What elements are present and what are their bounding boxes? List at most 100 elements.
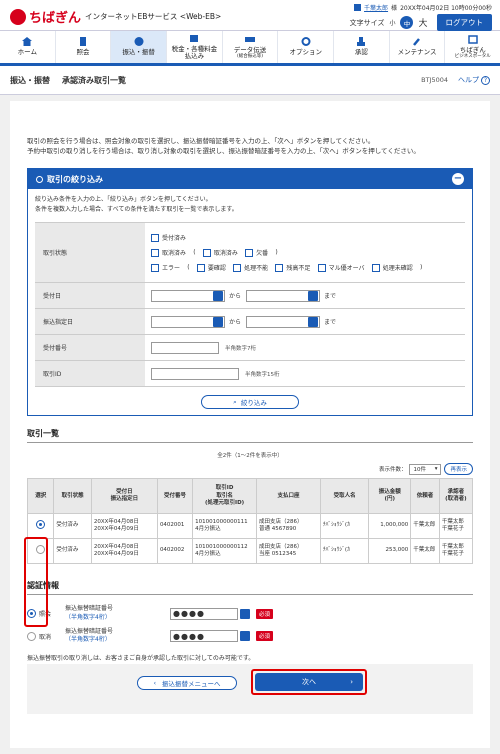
- display-count-value: 10件: [413, 467, 426, 474]
- cancel-label: 取消: [39, 633, 52, 641]
- checkbox-label: エラー: [162, 265, 181, 273]
- global-nav: ホーム 照会 振込・振替 税金・各種料金 払込み データ伝送 (総合振込等) オ…: [0, 30, 500, 66]
- checkbox-cancelled[interactable]: [151, 248, 159, 257]
- approver-cell: 千葉太郎 千葉花子: [438, 513, 474, 540]
- cancel-radio[interactable]: [27, 631, 36, 641]
- filter-button[interactable]: ⌕ 絞り込み: [201, 395, 299, 410]
- checkbox-label: 取消済み: [213, 250, 238, 258]
- intro-text: 取引の照会を行う場合は、照会対象の取引を選択し、振込振替暗証番号を入力の上、「次…: [27, 136, 473, 156]
- table-row[interactable]: 受付済み 20XX年04月08日 20XX年04月09日 0402001 1010…: [26, 513, 474, 540]
- status-line-1: 受付済み: [151, 233, 191, 242]
- approver: 千葉花子: [441, 551, 464, 558]
- filter-row-accept-no: 受付番号 半角数字7桁: [35, 335, 465, 362]
- required-badge: 必須: [256, 608, 274, 619]
- collapse-icon[interactable]: −: [452, 173, 464, 186]
- calendar-icon[interactable]: [308, 290, 319, 301]
- chevron-left-icon: ‹: [153, 679, 157, 687]
- nav-portal[interactable]: ちばぎん ビジネスポータル: [445, 31, 500, 63]
- nav-home[interactable]: ホーム: [0, 31, 56, 63]
- accept-no-field: 半角数字7桁: [145, 335, 465, 360]
- help-link[interactable]: ヘルプ ?: [458, 75, 490, 85]
- checkbox-missing[interactable]: [245, 248, 254, 257]
- main-area: 取引の照会を行う場合は、照会対象の取引を選択し、振込振替暗証番号を入力の上、「次…: [0, 95, 500, 754]
- filter-button-label: 絞り込み: [240, 399, 267, 408]
- filter-table: 取引状態 受付済み 取消済み ( 取消済み 欠番 ) エラー (要確認 処理不…: [35, 222, 465, 388]
- required-badge: 必須: [256, 631, 274, 642]
- checkbox-label: 受付済み: [162, 235, 187, 243]
- help-icon: ?: [481, 75, 490, 85]
- intro-line: 取引の照会を行う場合は、照会対象の取引を選択し、振込振替暗証番号を入力の上、「次…: [27, 137, 375, 145]
- row-radio[interactable]: [36, 519, 46, 529]
- display-count-label: 表示件数：: [378, 467, 407, 474]
- accept-date-range: から まで: [145, 283, 465, 308]
- account-cell: 成田支店（286） 普通 4567890: [256, 513, 321, 540]
- back-label: 振込振替メニューへ: [162, 680, 221, 688]
- calendar-icon[interactable]: [213, 316, 223, 327]
- filter-label: 受付日: [35, 283, 145, 309]
- nav-tax[interactable]: 税金・各種料金 払込み: [167, 31, 223, 63]
- table-row[interactable]: 受付済み 20XX年04月08日 20XX年04月09日 0402002 1010…: [26, 538, 474, 565]
- approver: 千葉花子: [441, 526, 464, 533]
- keyboard-icon[interactable]: [240, 631, 250, 642]
- filter-note-line: 条件を複数入力した場合、すべての条件を満たす取引を一覧で表示します。: [35, 205, 238, 213]
- nav-label: 振込・振替: [122, 48, 155, 57]
- col-select: 選択: [26, 478, 55, 515]
- font-small-button[interactable]: 小: [389, 18, 395, 27]
- back-to-menu-button[interactable]: ‹ 振込振替メニューへ: [137, 676, 237, 690]
- input-hint: 半角数字7桁: [225, 345, 256, 352]
- brand-logo[interactable]: ちばぎん インターネットEBサービス <Web-EB>: [10, 7, 221, 26]
- nav-inquiry[interactable]: 照会: [56, 31, 112, 63]
- transfer-date: 20XX年04月09日: [93, 526, 139, 533]
- nav-transfer[interactable]: 振込・振替: [111, 31, 168, 63]
- txid-input[interactable]: [151, 367, 239, 380]
- col-status: 取引状態: [53, 478, 92, 515]
- range-to-label: まで: [324, 319, 337, 327]
- page-title: 承認済み取引一覧: [62, 75, 126, 85]
- nav-label: ホーム: [17, 48, 37, 57]
- filter-row-txid: 取引ID 半角数字15桁: [35, 361, 465, 388]
- checkbox-unconfirmed[interactable]: [196, 263, 205, 272]
- cancel-pw-input[interactable]: ●●●●: [170, 630, 238, 643]
- dates-cell: 20XX年04月08日 20XX年04月09日: [90, 513, 158, 540]
- redisplay-button[interactable]: 再表示: [444, 463, 473, 476]
- checkbox-processing-unconfirmed[interactable]: [371, 263, 380, 272]
- checkbox-error[interactable]: [151, 263, 159, 272]
- amount-cell: 1,000,000: [368, 513, 412, 540]
- logo-icon: [10, 8, 26, 25]
- col-approver: 承認者 (取消者): [438, 478, 474, 515]
- font-big-button[interactable]: 大: [418, 16, 427, 29]
- account-cell: 成田支店（286） 当座 0512345: [256, 538, 321, 565]
- display-count-select[interactable]: 10件 ▾: [409, 463, 442, 475]
- logout-button[interactable]: ログアウト: [436, 14, 492, 31]
- filter-label: 取引状態: [35, 223, 145, 283]
- account-no: 当座 0512345: [259, 551, 297, 558]
- wrench-icon: [413, 38, 420, 47]
- font-mid-button[interactable]: 中: [400, 16, 414, 29]
- accept-no-input[interactable]: [151, 341, 219, 354]
- checkbox-insufficient[interactable]: [275, 263, 284, 272]
- calendar-icon[interactable]: [213, 290, 223, 301]
- calendar-icon[interactable]: [308, 316, 319, 327]
- content-sheet: 取引の照会を行う場合は、照会対象の取引を選択し、振込振替暗証番号を入力の上、「次…: [10, 101, 490, 748]
- filter-label: 振込指定日: [35, 309, 145, 335]
- checkbox-accepted[interactable]: [151, 233, 159, 242]
- checkbox-cancelled-sub[interactable]: [202, 248, 211, 257]
- checkbox-limit-over[interactable]: [317, 263, 326, 272]
- filter-body: 絞り込み条件を入力の上、「絞り込み」ボタンを押してください。 条件を複数入力した…: [28, 189, 472, 415]
- tx-name: 4月分振込: [195, 551, 221, 558]
- nav-data-transfer[interactable]: データ伝送 (総合振込等): [223, 31, 279, 63]
- nav-label: 照会: [76, 48, 90, 57]
- nav-approval[interactable]: 承認: [334, 31, 390, 63]
- keyboard-icon[interactable]: [240, 608, 250, 619]
- checkbox-unprocessable[interactable]: [233, 263, 242, 272]
- result-count: 全2件（1～2件を表示中）: [217, 453, 283, 460]
- user-name[interactable]: 千葉太郎: [364, 3, 388, 12]
- font-size-controls: 文字サイズ 小 中 大 ログアウト: [350, 14, 492, 31]
- filter-header[interactable]: 取引の絞り込み −: [28, 169, 472, 190]
- nav-maintenance[interactable]: メンテナンス: [390, 31, 446, 63]
- nav-option[interactable]: オプション: [278, 31, 335, 63]
- inquiry-pw-input[interactable]: ●●●●: [170, 607, 238, 620]
- filter-title: 取引の絞り込み: [47, 174, 103, 184]
- pw-label-main: 振込振替暗証番号: [65, 605, 114, 613]
- approver-cell: 千葉太郎 千葉花子: [438, 538, 474, 565]
